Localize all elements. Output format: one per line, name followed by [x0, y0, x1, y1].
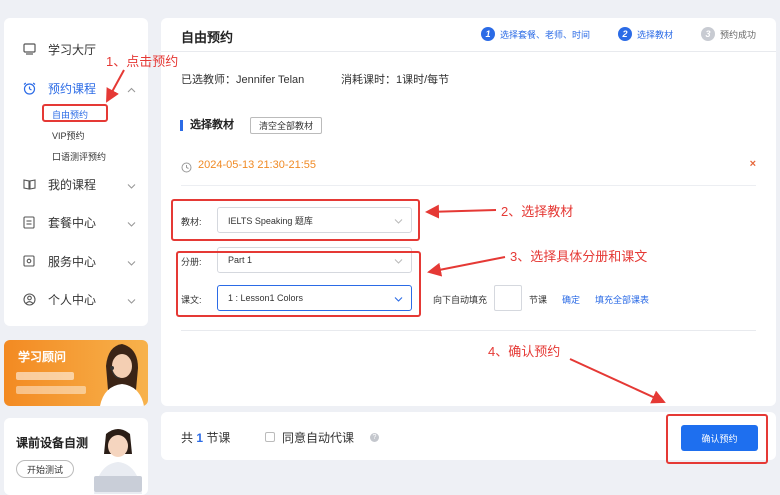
chevron-down-icon: [127, 293, 136, 307]
autofill-count-input[interactable]: [494, 285, 522, 311]
remove-session-icon[interactable]: ×: [750, 158, 756, 170]
clock-icon: [181, 160, 192, 178]
selected-teacher: 已选教师：Jennifer Telan: [181, 74, 305, 86]
sub-item-speaking-test-booking[interactable]: 口语测评预约: [52, 149, 106, 163]
annotation-step-4: 4、确认预约: [488, 344, 561, 359]
highlight-free-booking: [42, 104, 108, 122]
service-icon: [22, 254, 36, 268]
sidebar-item-service[interactable]: 服务中心: [22, 250, 142, 272]
chevron-down-icon: [127, 178, 136, 192]
session-time: 2024-05-13 21:30-21:55: [198, 159, 317, 171]
blurred-contact-info: [16, 386, 86, 394]
auto-substitute-checkbox[interactable]: [265, 432, 275, 442]
advisor-title: 学习顾问: [18, 350, 67, 364]
lesson-cost: 消耗课时：1课时/每节: [341, 74, 450, 86]
step-label: 选择教材: [637, 29, 674, 40]
alarm-clock-icon: [22, 81, 36, 95]
sub-item-vip-booking[interactable]: VIP预约: [52, 128, 85, 142]
chevron-up-icon: [127, 82, 136, 96]
sidebar-item-label: 预约课程: [48, 81, 97, 96]
package-icon: [22, 215, 36, 229]
advisor-avatar: [100, 344, 144, 406]
device-test-illustration: [94, 429, 142, 494]
device-test-card: 课前设备自测 开始测试: [4, 418, 148, 495]
step-number: 2: [618, 27, 632, 41]
fill-all-schedule-link[interactable]: 填充全部课表: [595, 293, 649, 306]
auto-substitute-label[interactable]: 同意自动代课: [282, 429, 354, 446]
chevron-down-icon: [127, 216, 136, 230]
header-divider: [161, 51, 776, 52]
sidebar-item-my-courses[interactable]: 我的课程: [22, 173, 142, 195]
sidebar-item-label: 服务中心: [48, 254, 97, 269]
book-icon: [22, 177, 36, 191]
annotation-step-1: 1、点击预约: [106, 54, 179, 69]
step-label: 选择套餐、老师、时间: [500, 29, 591, 40]
help-icon[interactable]: ?: [370, 433, 379, 442]
lesson-total: 共 1 节课: [181, 429, 230, 446]
step-3: 3 预约成功: [701, 27, 756, 41]
page-title: 自由预约: [181, 30, 234, 45]
step-number: 1: [481, 27, 495, 41]
form-divider: [181, 330, 756, 331]
monitor-icon: [22, 42, 36, 56]
autofill-unit: 节课: [529, 295, 548, 305]
blurred-contact-info: [16, 372, 74, 380]
sidebar-item-label: 个人中心: [48, 292, 97, 307]
step-number: 3: [701, 27, 715, 41]
step-1: 1 选择套餐、老师、时间: [481, 27, 590, 41]
sidebar-item-book-course[interactable]: 预约课程: [22, 77, 142, 99]
chevron-down-icon: [127, 255, 136, 269]
session-row: 2024-05-13 21:30-21:55 ×: [181, 152, 756, 202]
sidebar-item-label: 套餐中心: [48, 215, 97, 230]
learning-advisor-card[interactable]: 学习顾问: [4, 340, 148, 406]
highlight-textbook: [171, 199, 420, 241]
total-prefix: 共: [181, 431, 194, 445]
total-count: 1: [196, 431, 204, 445]
section-title: 选择教材: [180, 120, 234, 131]
step-label: 预约成功: [720, 29, 757, 40]
sidebar-item-personal[interactable]: 个人中心: [22, 288, 142, 310]
user-icon: [22, 292, 36, 306]
sidebar-item-label: 学习大厅: [48, 42, 97, 57]
highlight-confirm: [666, 414, 768, 464]
clear-all-materials-button[interactable]: 清空全部教材: [250, 117, 322, 134]
annotation-step-2: 2、选择教材: [501, 204, 574, 219]
autofill-label: 向下自动填充: [433, 295, 488, 305]
session-divider: [181, 185, 756, 186]
confirm-fill-link[interactable]: 确定: [562, 293, 580, 306]
step-2: 2 选择教材: [618, 27, 673, 41]
sidebar-item-packages[interactable]: 套餐中心: [22, 211, 142, 233]
highlight-volume-lesson: [176, 251, 421, 317]
annotation-step-3: 3、选择具体分册和课文: [510, 249, 648, 264]
sidebar-item-label: 我的课程: [48, 177, 97, 192]
total-suffix: 节课: [206, 431, 231, 445]
device-test-title: 课前设备自测: [16, 436, 89, 450]
start-test-button[interactable]: 开始测试: [16, 460, 74, 478]
